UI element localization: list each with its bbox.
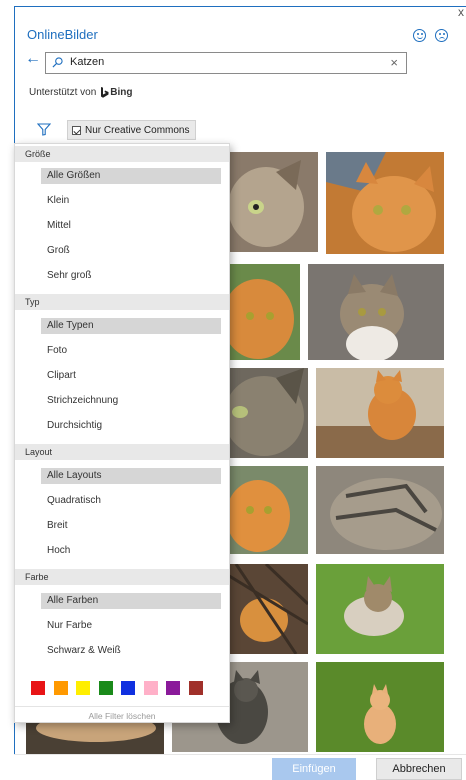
clear-search-icon[interactable]: × bbox=[390, 56, 398, 70]
image-result[interactable] bbox=[226, 564, 308, 654]
creative-commons-toggle[interactable]: Nur Creative Commons bbox=[67, 120, 197, 140]
search-box[interactable]: × bbox=[45, 52, 407, 74]
layout-option-tall[interactable]: Hoch bbox=[41, 543, 221, 559]
checkbox-icon bbox=[72, 125, 81, 135]
dialog-title: OnlineBilder bbox=[27, 27, 98, 42]
layout-option-all[interactable]: Alle Layouts bbox=[41, 468, 221, 484]
bing-label: Bing bbox=[110, 87, 133, 98]
close-icon[interactable]: x bbox=[458, 5, 464, 19]
color-option-all[interactable]: Alle Farben bbox=[41, 593, 221, 609]
size-option-extra-large[interactable]: Sehr groß bbox=[41, 268, 221, 284]
search-input[interactable] bbox=[70, 56, 370, 68]
section-header-size: Größe bbox=[15, 146, 229, 162]
cancel-button[interactable]: Abbrechen bbox=[376, 758, 462, 780]
type-option-transparent[interactable]: Durchsichtig bbox=[41, 418, 221, 434]
filter-icon[interactable] bbox=[37, 123, 51, 136]
section-header-layout: Layout bbox=[15, 444, 229, 460]
image-result[interactable] bbox=[316, 662, 444, 752]
image-result[interactable] bbox=[316, 466, 444, 554]
creative-commons-label: Nur Creative Commons bbox=[85, 124, 190, 136]
color-swatch[interactable] bbox=[53, 681, 68, 695]
image-result[interactable] bbox=[316, 368, 444, 458]
filter-panel: Größe Alle Größen Klein Mittel Groß Sehr… bbox=[14, 143, 230, 723]
type-option-clipart[interactable]: Clipart bbox=[41, 368, 221, 384]
image-result[interactable] bbox=[226, 466, 308, 554]
image-result[interactable] bbox=[226, 368, 308, 458]
type-option-all[interactable]: Alle Typen bbox=[41, 318, 221, 334]
color-swatch[interactable] bbox=[31, 681, 45, 695]
insert-button[interactable]: Einfügen bbox=[272, 758, 356, 780]
back-arrow-icon[interactable]: ← bbox=[25, 51, 41, 67]
image-result[interactable] bbox=[316, 564, 444, 654]
smiley-happy-icon[interactable] bbox=[413, 29, 426, 42]
image-result[interactable] bbox=[308, 264, 444, 360]
size-option-small[interactable]: Klein bbox=[41, 193, 221, 209]
color-option-color-only[interactable]: Nur Farbe bbox=[41, 618, 221, 634]
size-option-all[interactable]: Alle Größen bbox=[41, 168, 221, 184]
type-option-line-drawing[interactable]: Strichzeichnung bbox=[41, 393, 221, 409]
smiley-sad-icon[interactable] bbox=[435, 29, 448, 42]
bing-logo: Bing bbox=[100, 87, 132, 98]
section-header-type: Typ bbox=[15, 294, 229, 310]
dialog-footer: Einfügen Abbrechen bbox=[14, 754, 466, 780]
search-icon bbox=[52, 57, 63, 68]
powered-by: Unterstützt von Bing bbox=[29, 87, 132, 98]
type-option-photo[interactable]: Foto bbox=[41, 343, 221, 359]
layout-option-wide[interactable]: Breit bbox=[41, 518, 221, 534]
image-result[interactable] bbox=[326, 152, 444, 254]
section-header-color: Farbe bbox=[15, 569, 229, 585]
size-option-large[interactable]: Groß bbox=[41, 243, 221, 259]
bing-icon bbox=[101, 87, 109, 98]
image-result[interactable] bbox=[226, 264, 300, 360]
powered-by-label: Unterstützt von bbox=[29, 87, 97, 98]
color-swatch[interactable] bbox=[121, 681, 135, 695]
size-option-medium[interactable]: Mittel bbox=[41, 218, 221, 234]
color-swatch[interactable] bbox=[98, 681, 113, 695]
image-result[interactable] bbox=[226, 152, 318, 252]
color-swatch[interactable] bbox=[188, 681, 203, 695]
color-swatch[interactable] bbox=[166, 681, 180, 695]
color-swatch[interactable] bbox=[143, 681, 158, 695]
layout-option-square[interactable]: Quadratisch bbox=[41, 493, 221, 509]
color-swatch[interactable] bbox=[76, 681, 90, 695]
clear-all-filters-button[interactable]: Alle Filter löschen bbox=[15, 706, 229, 724]
color-option-black-white[interactable]: Schwarz & Weiß bbox=[41, 643, 221, 659]
